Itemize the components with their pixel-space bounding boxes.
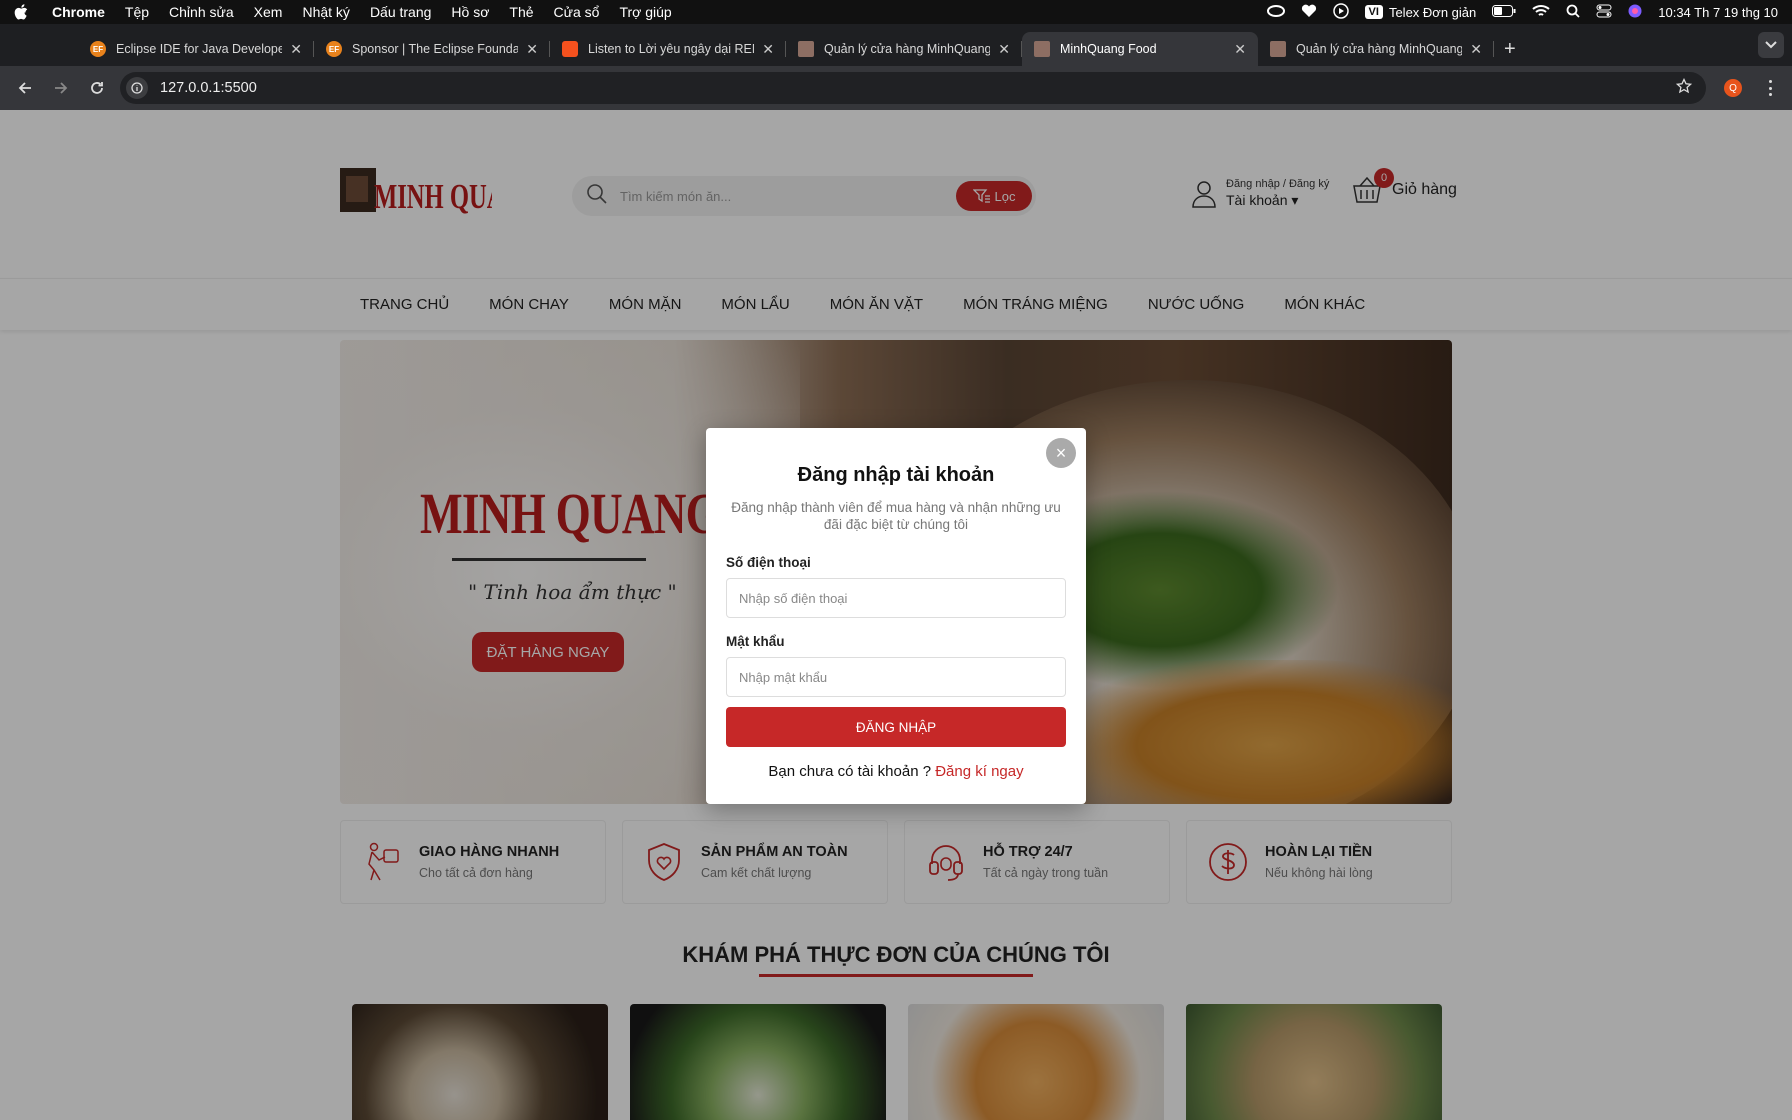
password-field[interactable]: Nhập mật khẩu (726, 657, 1066, 697)
tab-title: Listen to Lời yêu ngây dại REN (588, 42, 755, 56)
eclipse-favicon-icon: EF (326, 41, 342, 57)
browser-tab[interactable]: Quản lý cửa hàng MinhQuang ✕ (1258, 32, 1494, 66)
tab-title: MinhQuang Food (1060, 42, 1157, 56)
battery-icon[interactable] (1492, 4, 1516, 20)
tab-close-icon[interactable]: ✕ (1234, 41, 1246, 58)
soundcloud-favicon-icon (562, 41, 578, 57)
control-center-icon[interactable] (1596, 4, 1612, 21)
tab-close-icon[interactable]: ✕ (1470, 41, 1482, 58)
menu-history[interactable]: Nhật ký (302, 4, 349, 20)
modal-description: Đăng nhập thành viên để mua hàng và nhận… (731, 500, 1061, 532)
login-button[interactable]: ĐĂNG NHẬP (726, 707, 1066, 747)
tab-close-icon[interactable]: ✕ (290, 41, 302, 58)
menu-edit[interactable]: Chỉnh sửa (169, 4, 234, 20)
profile-avatar[interactable]: Q (1724, 79, 1742, 97)
login-modal: × Đăng nhập tài khoản Đăng nhập thành vi… (706, 428, 1086, 804)
tab-close-icon[interactable]: ✕ (998, 41, 1010, 58)
creative-cloud-icon[interactable] (1266, 4, 1285, 21)
menu-tab[interactable]: Thẻ (509, 4, 533, 20)
bookmark-star-icon[interactable] (1675, 77, 1693, 99)
site-favicon-icon (1034, 41, 1050, 57)
browser-tab-strip: EF Eclipse IDE for Java Develope ✕ EF Sp… (0, 24, 1792, 66)
password-label: Mật khẩu (726, 634, 785, 649)
site-favicon-icon (798, 41, 814, 57)
register-prompt: Bạn chưa có tài khoản ? Đăng kí ngay (706, 763, 1086, 780)
menu-app-name[interactable]: Chrome (52, 4, 105, 20)
browser-tab[interactable]: EF Sponsor | The Eclipse Founda ✕ (314, 32, 550, 66)
browser-menu-kebab-icon[interactable] (1764, 78, 1776, 98)
menu-window[interactable]: Cửa sổ (554, 4, 600, 20)
site-favicon-icon (1270, 41, 1286, 57)
url-text[interactable]: 127.0.0.1:5500 (160, 80, 257, 96)
phone-field[interactable]: Nhập số điện thoại (726, 578, 1066, 618)
play-icon[interactable] (1332, 2, 1349, 22)
apple-icon[interactable] (14, 4, 30, 20)
siri-icon[interactable] (1628, 4, 1642, 21)
input-source-badge[interactable]: VI (1364, 5, 1383, 19)
tab-title: Quản lý cửa hàng MinhQuang (824, 42, 991, 56)
site-info-icon[interactable] (126, 77, 148, 99)
tab-title: Eclipse IDE for Java Develope (116, 42, 283, 56)
browser-tab[interactable]: Listen to Lời yêu ngây dại REN ✕ (550, 32, 786, 66)
browser-toolbar: 127.0.0.1:5500 Q (0, 66, 1792, 110)
close-icon[interactable]: × (1046, 438, 1076, 468)
input-method-label[interactable]: Telex Đơn giản (1389, 5, 1476, 20)
reload-icon[interactable] (86, 81, 108, 95)
back-arrow-icon[interactable] (14, 81, 36, 95)
tab-title: Quản lý cửa hàng MinhQuang (1296, 42, 1463, 56)
browser-tab[interactable]: EF Eclipse IDE for Java Develope ✕ (78, 32, 314, 66)
wifi-icon[interactable] (1532, 4, 1550, 21)
modal-title: Đăng nhập tài khoản (797, 464, 995, 486)
tab-close-icon[interactable]: ✕ (762, 41, 774, 58)
menu-help[interactable]: Trợ giúp (619, 4, 671, 20)
menu-bookmarks[interactable]: Dấu trang (370, 4, 431, 20)
menu-file[interactable]: Tệp (125, 4, 149, 20)
address-bar[interactable]: 127.0.0.1:5500 (120, 72, 1706, 104)
phone-label: Số điện thoại (726, 555, 811, 570)
tab-title: Sponsor | The Eclipse Founda (352, 42, 519, 56)
os-menu-bar: Chrome Tệp Chỉnh sửa Xem Nhật ký Dấu tra… (0, 0, 1792, 24)
tab-search-chevron-icon[interactable] (1758, 32, 1784, 58)
menu-view[interactable]: Xem (254, 4, 283, 20)
heart-icon[interactable] (1301, 4, 1317, 21)
clock[interactable]: 10:34 Th 7 19 thg 10 (1658, 5, 1778, 20)
register-link[interactable]: Đăng kí ngay (935, 763, 1023, 780)
forward-arrow-icon[interactable] (50, 81, 72, 95)
menu-status-area: VI Telex Đơn giản 10:34 Th 7 19 thg 10 (1266, 2, 1778, 22)
page-viewport: MINH QUANG FOOD Tìm kiếm món ăn... Lọc Đ… (0, 110, 1792, 1120)
browser-tab[interactable]: Quản lý cửa hàng MinhQuang ✕ (786, 32, 1022, 66)
tab-close-icon[interactable]: ✕ (526, 41, 538, 58)
browser-tab-active[interactable]: MinhQuang Food ✕ (1022, 32, 1258, 66)
menu-profiles[interactable]: Hồ sơ (451, 4, 489, 20)
spotlight-search-icon[interactable] (1566, 4, 1580, 21)
no-account-text: Bạn chưa có tài khoản ? (768, 763, 932, 780)
eclipse-favicon-icon: EF (90, 41, 106, 57)
new-tab-plus-icon[interactable]: + (1504, 32, 1516, 66)
